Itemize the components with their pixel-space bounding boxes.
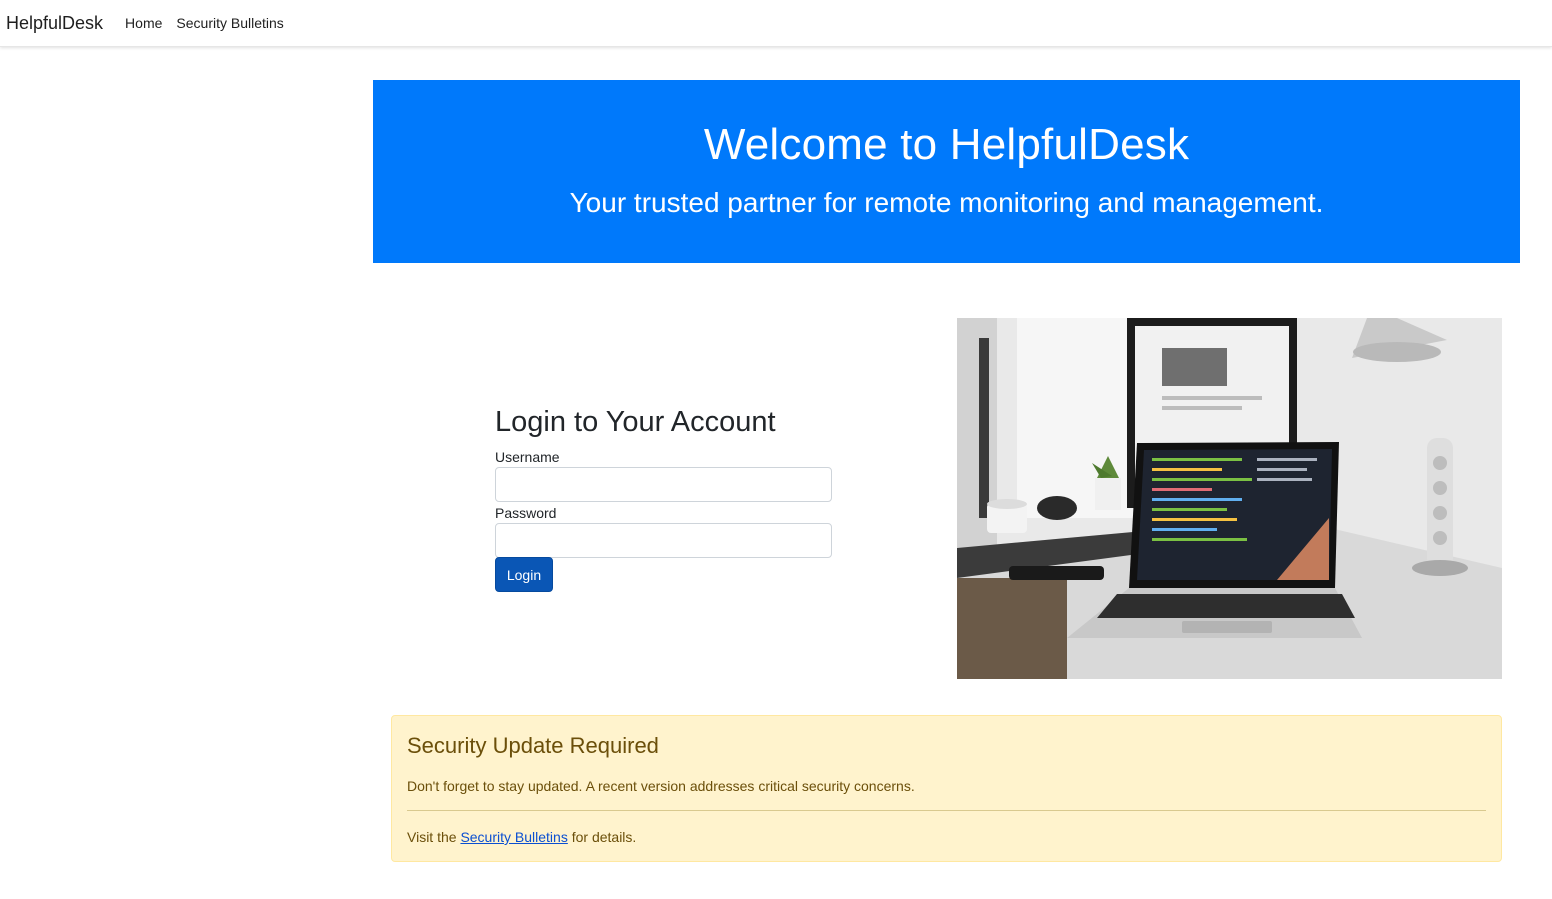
- top-navbar: HelpfulDesk Home Security Bulletins: [0, 0, 1552, 47]
- hero-subtitle: Your trusted partner for remote monitori…: [569, 187, 1324, 218]
- security-bulletins-link[interactable]: Security Bulletins: [460, 829, 567, 845]
- username-label: Username: [495, 449, 560, 465]
- login-title: Login to Your Account: [495, 406, 776, 438]
- brand-logo-text[interactable]: HelpfulDesk: [6, 13, 103, 34]
- alert-footer-suffix: for details.: [567, 829, 637, 845]
- login-button[interactable]: Login: [495, 557, 553, 592]
- alert-message: Don't forget to stay updated. A recent v…: [407, 778, 915, 794]
- nav-link-home[interactable]: Home: [125, 15, 162, 31]
- username-input[interactable]: [495, 467, 832, 502]
- alert-heading: Security Update Required: [407, 733, 659, 758]
- desk-laptop-illustration: [957, 318, 1502, 679]
- desk-laptop-photo: [957, 318, 1502, 679]
- alert-footer-prefix: Visit the: [407, 829, 461, 845]
- nav-link-security-bulletins[interactable]: Security Bulletins: [176, 15, 283, 31]
- password-label: Password: [495, 505, 557, 521]
- alert-divider: [407, 810, 1486, 811]
- hero-banner: Welcome to HelpfulDesk Your trusted part…: [373, 80, 1520, 263]
- security-alert: Security Update Required Don't forget to…: [391, 715, 1502, 862]
- alert-footer: Visit the Security Bulletins for details…: [407, 829, 636, 845]
- hero-title: Welcome to HelpfulDesk: [703, 120, 1190, 169]
- password-input[interactable]: [495, 523, 832, 558]
